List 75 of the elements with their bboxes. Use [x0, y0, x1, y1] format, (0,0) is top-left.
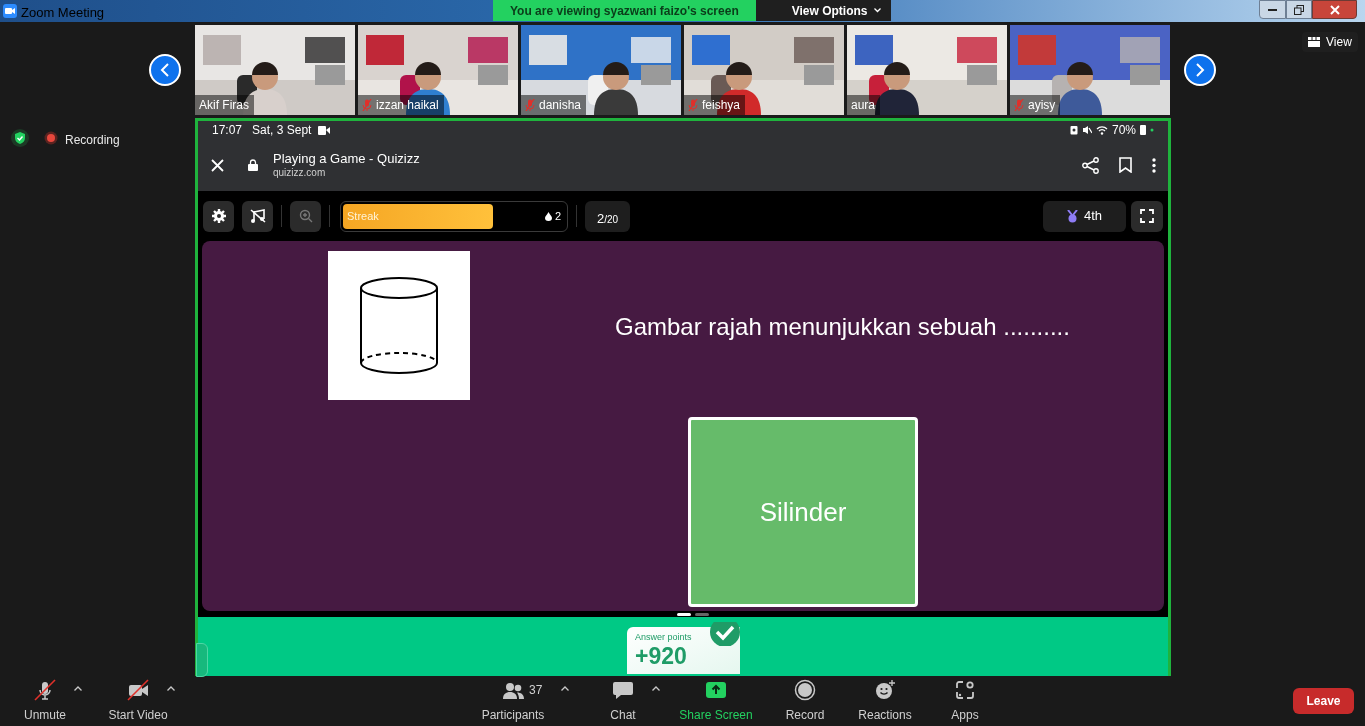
fullscreen-button[interactable] [1131, 200, 1163, 232]
page-url: quizizz.com [273, 167, 327, 179]
participant-name: izzan haikal [376, 97, 439, 114]
wifi-icon [1095, 125, 1108, 135]
toolbar-button[interactable]: Chat [578, 679, 668, 724]
close-icon [210, 158, 224, 172]
zoom-in-icon [298, 209, 313, 223]
leave-button[interactable]: Leave [1293, 688, 1354, 714]
apps-icon [954, 679, 976, 701]
rank-label: 4th [1083, 207, 1103, 226]
view-button[interactable]: View [1302, 32, 1358, 52]
participant-name: ayisy [1028, 97, 1056, 114]
close-button[interactable] [1312, 0, 1357, 19]
zoom-logo-icon [3, 4, 17, 18]
chevron-left-icon [160, 63, 170, 77]
window-title: Zoom Meeting [21, 4, 105, 22]
toolbar-button[interactable]: Share Screen [671, 679, 761, 724]
streak-label: Streak [347, 208, 379, 224]
page-indicator[interactable] [677, 612, 691, 616]
more-icon[interactable] [1152, 157, 1156, 173]
alarm-icon [1069, 125, 1078, 135]
side-handle[interactable] [196, 643, 208, 677]
chevron-right-icon [1195, 63, 1205, 77]
video-camera-icon [318, 125, 331, 135]
shield-icon [11, 128, 29, 148]
record-icon [794, 679, 816, 701]
lock-icon [248, 159, 258, 171]
answer-points-label: Answer points [635, 631, 693, 643]
caret-up-icon[interactable] [561, 686, 569, 691]
zoom-in-button[interactable] [290, 200, 321, 232]
status-dot-icon [1150, 128, 1154, 132]
close-tab-button[interactable] [209, 157, 225, 173]
recording-label: Recording [65, 132, 120, 149]
question-number: 2 [597, 209, 605, 228]
flame-icon [544, 211, 552, 221]
chevron-down-icon [873, 8, 881, 13]
restore-button[interactable] [1286, 0, 1312, 19]
caret-up-icon[interactable] [74, 686, 82, 691]
music-off-icon [249, 209, 266, 223]
battery-icon [1140, 125, 1146, 135]
question-total: /20 [604, 212, 619, 227]
question-text: Gambar rajah menunjukkan sebuah .......... [615, 312, 1070, 342]
close-icon [1329, 4, 1340, 15]
fullscreen-icon [1140, 209, 1154, 223]
next-arrow-button[interactable] [1184, 54, 1216, 86]
clock-time: 17:07 [212, 122, 243, 139]
minimize-button[interactable] [1259, 0, 1286, 19]
toolbar-button[interactable]: Unmute [0, 679, 90, 724]
recording-dot-icon [44, 131, 58, 145]
bookmark-icon[interactable] [1119, 157, 1132, 173]
streak-count: 2 [554, 208, 561, 224]
grid-icon [1308, 37, 1320, 47]
page-title: Playing a Game - Quizizz [273, 151, 420, 167]
participant-count: 37 [529, 682, 543, 699]
screen-share-banner: You are viewing syazwani faizo's screen [493, 0, 756, 21]
mute-icon [1081, 125, 1092, 135]
share-icon[interactable] [1082, 156, 1099, 174]
medal-icon [1066, 209, 1078, 223]
participant-name: danisha [539, 97, 582, 114]
battery-percentage: 70% [1111, 122, 1136, 139]
status-date: Sat, 3 Sept [252, 122, 312, 139]
chat-bubble-icon [612, 679, 634, 701]
settings-icon [211, 209, 226, 223]
participant-name: aura [851, 97, 876, 114]
smiley-icon [874, 679, 896, 701]
answer-points-value: +920 [635, 643, 688, 669]
caret-up-icon[interactable] [167, 686, 175, 691]
participant-name: feishya [702, 97, 741, 114]
caret-up-icon[interactable] [652, 686, 660, 691]
restore-icon [1294, 4, 1304, 15]
participant-name: Akif Firas [199, 97, 249, 114]
settings-button[interactable] [203, 200, 234, 232]
toolbar-button[interactable]: Start Video [93, 679, 183, 724]
music-off-button[interactable] [242, 200, 273, 232]
previous-arrow-button[interactable] [149, 54, 181, 86]
